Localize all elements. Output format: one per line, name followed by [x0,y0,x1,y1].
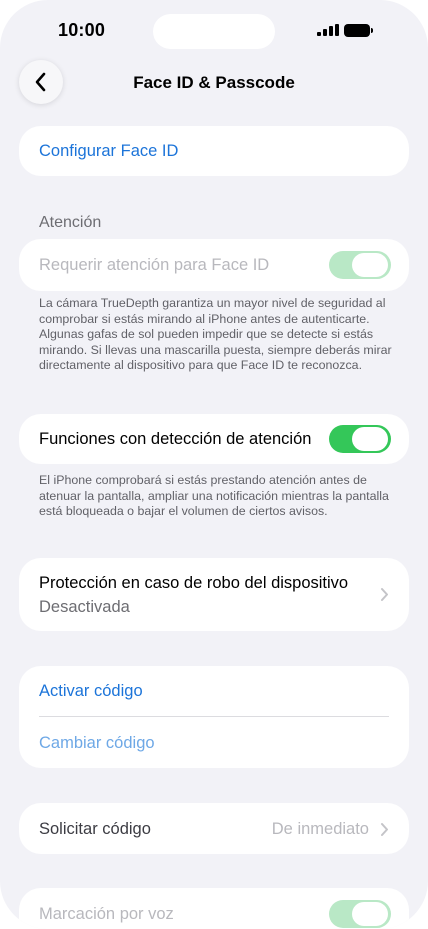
cellular-signal-icon [317,24,339,36]
require-attention-row: Requerir atención para Face ID [19,239,409,291]
attention-aware-toggle[interactable] [329,425,391,453]
voice-dial-label: Marcación por voz [39,905,174,923]
dynamic-island [153,14,275,49]
attention-aware-label: Funciones con detección de atención [39,430,312,448]
require-passcode-label: Solicitar código [39,820,151,838]
phone-screen: 10:00 Face ID & Passcode Configurar Face… [0,0,428,929]
chevron-right-icon [381,823,388,836]
chevron-right-icon [381,588,388,601]
status-bar: 10:00 [0,0,428,64]
require-attention-toggle [329,251,391,279]
attention-section-header: Atención [39,214,102,231]
require-passcode-row[interactable]: Solicitar código De inmediato [19,803,409,854]
stolen-device-label: Protección en caso de robo del dispositi… [39,574,349,592]
status-time: 10:00 [58,20,106,40]
require-attention-label: Requerir atención para Face ID [39,256,270,274]
stolen-device-protection-row[interactable]: Protección en caso de robo del dispositi… [19,558,409,631]
voice-dial-row: Marcación por voz [19,888,409,929]
stolen-device-status: Desactivada [39,598,130,616]
page-title: Face ID & Passcode [133,73,295,92]
setup-face-id-label: Configurar Face ID [39,142,179,160]
setup-face-id-row[interactable]: Configurar Face ID [19,126,409,176]
attention-aware-footnote: El iPhone comprobará si estás prestando … [39,473,389,518]
battery-icon [344,24,374,37]
change-passcode-button: Cambiar código [39,734,155,752]
voice-dial-toggle [329,900,391,928]
require-passcode-value: De inmediato [271,820,369,838]
turn-on-passcode-button[interactable]: Activar código [39,682,143,701]
attention-aware-row: Funciones con detección de atención [19,414,409,464]
passcode-card: Activar código Cambiar código [19,666,409,768]
navigation-bar: Face ID & Passcode [0,60,428,108]
divider [39,716,389,717]
require-attention-footnote: La cámara TrueDepth garantiza un mayor n… [39,296,392,372]
